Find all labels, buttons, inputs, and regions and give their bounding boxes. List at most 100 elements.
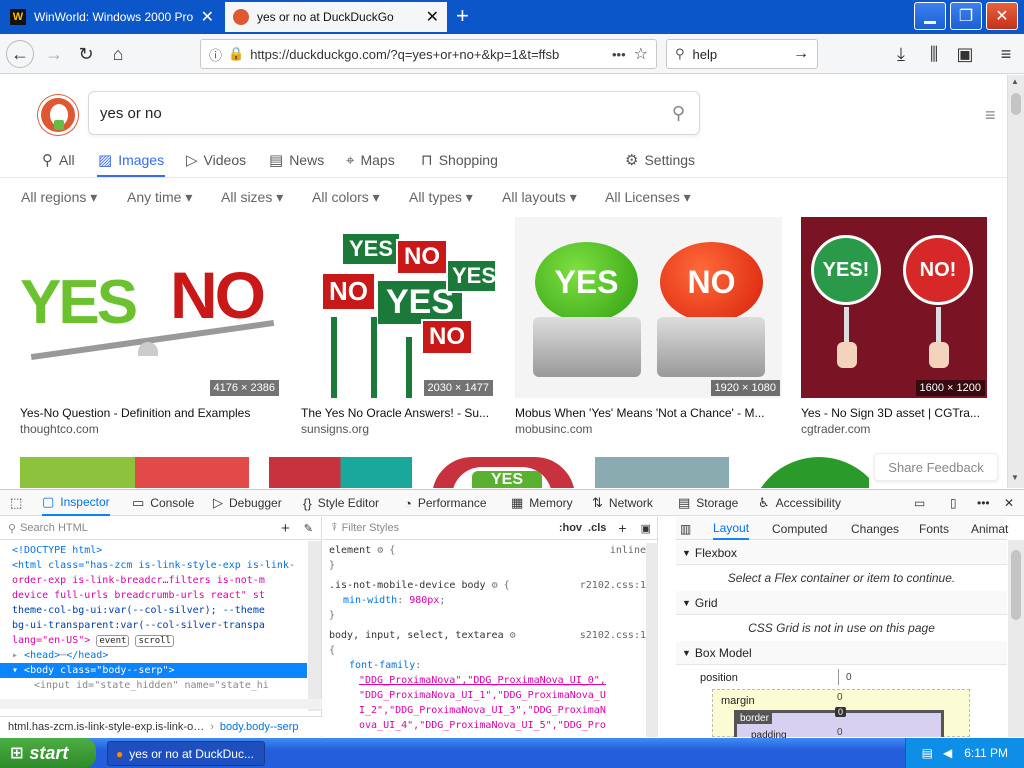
markup-line[interactable]: lang="en-US"> event scroll	[12, 633, 310, 648]
hamburger-menu-icon[interactable]: ≡	[985, 105, 996, 126]
tab-all[interactable]: ⚲ All	[42, 149, 75, 171]
image-result-source[interactable]: thoughtco.com	[20, 422, 99, 436]
clock[interactable]: 6:11 PM	[964, 746, 1008, 760]
url-text[interactable]: https://duckduckgo.com/?q=yes+or+no+&kp=…	[250, 47, 604, 62]
ddg-search-query[interactable]: yes or no	[100, 105, 672, 122]
image-result-thumbnail[interactable]: YES	[432, 457, 575, 488]
tab-memory[interactable]: ▦ Memory	[511, 490, 573, 516]
network-icon[interactable]: ▤	[922, 746, 933, 760]
rule-selector[interactable]: body, input, select, textarea ⚙ s2102.css…	[329, 628, 652, 643]
rule-source[interactable]: r2102.css:1	[580, 578, 646, 593]
toggle-sidebar-icon[interactable]: ▥	[680, 517, 691, 540]
image-result-title[interactable]: Yes - No Sign 3D asset | CGTra...	[801, 406, 987, 420]
markup-line[interactable]: <!DOCTYPE html>	[12, 543, 102, 558]
search-bar-value[interactable]: help	[693, 47, 793, 62]
tab-style-editor[interactable]: {} Style Editor	[303, 490, 379, 516]
dock-icon[interactable]: ▯	[950, 490, 957, 516]
rule-selector[interactable]: element ⚙ {inline	[329, 543, 652, 558]
filter-time[interactable]: Any time ▾	[127, 189, 192, 206]
tab-inspector[interactable]: ▢ Inspector	[42, 490, 110, 516]
tab-storage[interactable]: ▤ Storage	[678, 490, 738, 516]
search-html-input[interactable]: Search HTML	[20, 522, 281, 534]
close-tab-icon[interactable]: ✕	[426, 7, 439, 27]
library-icon[interactable]: ⫼	[920, 40, 948, 68]
tab-accessibility[interactable]: ♿ Accessibility	[758, 490, 841, 516]
scrollbar-thumb[interactable]	[1011, 93, 1021, 115]
margin-top-value[interactable]: 0	[837, 692, 843, 703]
filter-styles-input[interactable]: Filter Styles	[342, 522, 559, 534]
image-result-thumbnail[interactable]	[20, 457, 135, 488]
scrollbar-thumb[interactable]	[1011, 550, 1021, 620]
scroll-up-icon[interactable]: ▲	[1011, 77, 1021, 87]
url-bar[interactable]: ⓘ 🔒 https://duckduckgo.com/?q=yes+or+no+…	[200, 39, 657, 69]
tab-debugger[interactable]: ▷ Debugger	[213, 490, 282, 516]
start-button[interactable]: ⊞ start	[0, 738, 96, 768]
tab-changes[interactable]: Changes	[851, 517, 899, 540]
tab-console[interactable]: ▭ Console	[132, 490, 194, 516]
search-bar[interactable]: ⚲ help →	[666, 39, 818, 69]
rule-value-line[interactable]: "DDG_ProximaNova","DDG_ProximaNova_UI_0"…	[359, 673, 606, 688]
markup-scrollbar[interactable]	[308, 541, 321, 711]
image-result-thumbnail[interactable]: YES NO 4176 × 2386	[20, 217, 281, 398]
close-tab-icon[interactable]: ✕	[201, 7, 214, 27]
more-options-icon[interactable]: •••	[977, 490, 990, 516]
markup-line[interactable]: <html class="has-zcm is-link-style-exp i…	[12, 558, 310, 573]
rule-value-line[interactable]: I_2","DDG_ProximaNova_UI_3","DDG_Proxima…	[359, 703, 606, 718]
close-window-button[interactable]: ✕	[986, 2, 1018, 30]
image-result-title[interactable]: The Yes No Oracle Answers! - Su...	[301, 406, 495, 420]
maximize-button[interactable]: ❐	[950, 2, 982, 30]
tab-performance[interactable]: ◔ Performance	[404, 490, 487, 516]
layout-scrollbar[interactable]	[1008, 540, 1024, 737]
rule-selector[interactable]: .is-not-mobile-device body ⚙ {r2102.css:…	[329, 578, 652, 593]
flexbox-section-header[interactable]: ▼ Flexbox	[676, 541, 1007, 565]
back-button[interactable]: ←	[6, 40, 34, 68]
image-result-source[interactable]: sunsigns.org	[301, 422, 369, 436]
image-result-thumbnail[interactable]: YES NO 1920 × 1080	[515, 217, 782, 398]
breadcrumb-body[interactable]: body.body--serp	[220, 721, 299, 733]
element-picker-icon[interactable]: ⬚	[10, 490, 28, 516]
responsive-design-icon[interactable]: ▭	[914, 490, 925, 516]
rules-scrollbar[interactable]	[646, 543, 658, 737]
rule-declaration[interactable]: min-width: 980px;	[343, 593, 445, 608]
markup-line[interactable]: device full-urls breadcrumb-urls react" …	[12, 588, 310, 603]
box-model-section-header[interactable]: ▼ Box Model	[676, 641, 1007, 665]
info-icon[interactable]: ⓘ	[209, 45, 222, 64]
markup-hscrollbar[interactable]	[0, 699, 322, 709]
filter-layouts[interactable]: All layouts ▾	[502, 189, 577, 206]
rule-value-line[interactable]: ova_UI_4","DDG_ProximaNova_UI_5","DDG_Pr…	[359, 718, 606, 733]
tab-images[interactable]: ▨ Images	[98, 149, 164, 171]
page-scrollbar[interactable]: ▲ ▼	[1007, 75, 1024, 488]
rule-source[interactable]: inline	[610, 543, 646, 558]
new-tab-button[interactable]: +	[456, 4, 478, 28]
markup-line[interactable]: bg-ui-transparent:var(--col-silver-trans…	[12, 618, 310, 633]
scroll-badge[interactable]: scroll	[135, 635, 174, 647]
filter-types[interactable]: All types ▾	[409, 189, 473, 206]
volume-icon[interactable]: ◀	[943, 746, 952, 760]
tab-maps[interactable]: ⌖ Maps	[346, 149, 395, 171]
image-result-source[interactable]: mobusinc.com	[515, 422, 592, 436]
image-result-thumbnail[interactable]: YES NO NO YES YES NO 2030 × 1477	[301, 217, 495, 398]
filter-licenses[interactable]: All Licenses ▾	[605, 189, 691, 206]
position-top-value[interactable]: 0	[846, 672, 852, 683]
tab-shopping[interactable]: ⊓ Shopping	[421, 149, 498, 171]
minimize-button[interactable]	[914, 2, 946, 30]
search-icon[interactable]: ⚲	[672, 103, 685, 124]
tab-network[interactable]: ⇅ Network	[592, 490, 653, 516]
class-toggle[interactable]: .cls	[588, 522, 606, 534]
image-result-thumbnail[interactable]	[269, 457, 412, 488]
tab-computed[interactable]: Computed	[772, 517, 827, 540]
markup-line[interactable]: theme-col-bg-ui:var(--col-silver); --the…	[12, 603, 310, 618]
tab-fonts[interactable]: Fonts	[919, 517, 949, 540]
duckduckgo-logo[interactable]	[38, 95, 78, 135]
ddg-search-input[interactable]: yes or no ⚲	[88, 91, 700, 135]
settings-link[interactable]: ⚙ Settings	[625, 149, 695, 171]
hover-state-toggle[interactable]: :hov	[559, 522, 582, 534]
filter-sizes[interactable]: All sizes ▾	[221, 189, 283, 206]
add-node-icon[interactable]: +	[281, 520, 290, 537]
tab-news[interactable]: ▤ News	[269, 149, 324, 171]
image-result-thumbnail[interactable]	[135, 457, 249, 488]
lock-icon[interactable]: 🔒	[228, 46, 244, 62]
tab-duckduckgo[interactable]: yes or no at DuckDuckGo ✕	[225, 2, 447, 32]
breadcrumb-html[interactable]: html.has-zcm.is-link-style-exp.is-link-o…	[8, 721, 204, 733]
markup-line-selected[interactable]: ▾ <body class="body--serp">	[0, 663, 307, 678]
